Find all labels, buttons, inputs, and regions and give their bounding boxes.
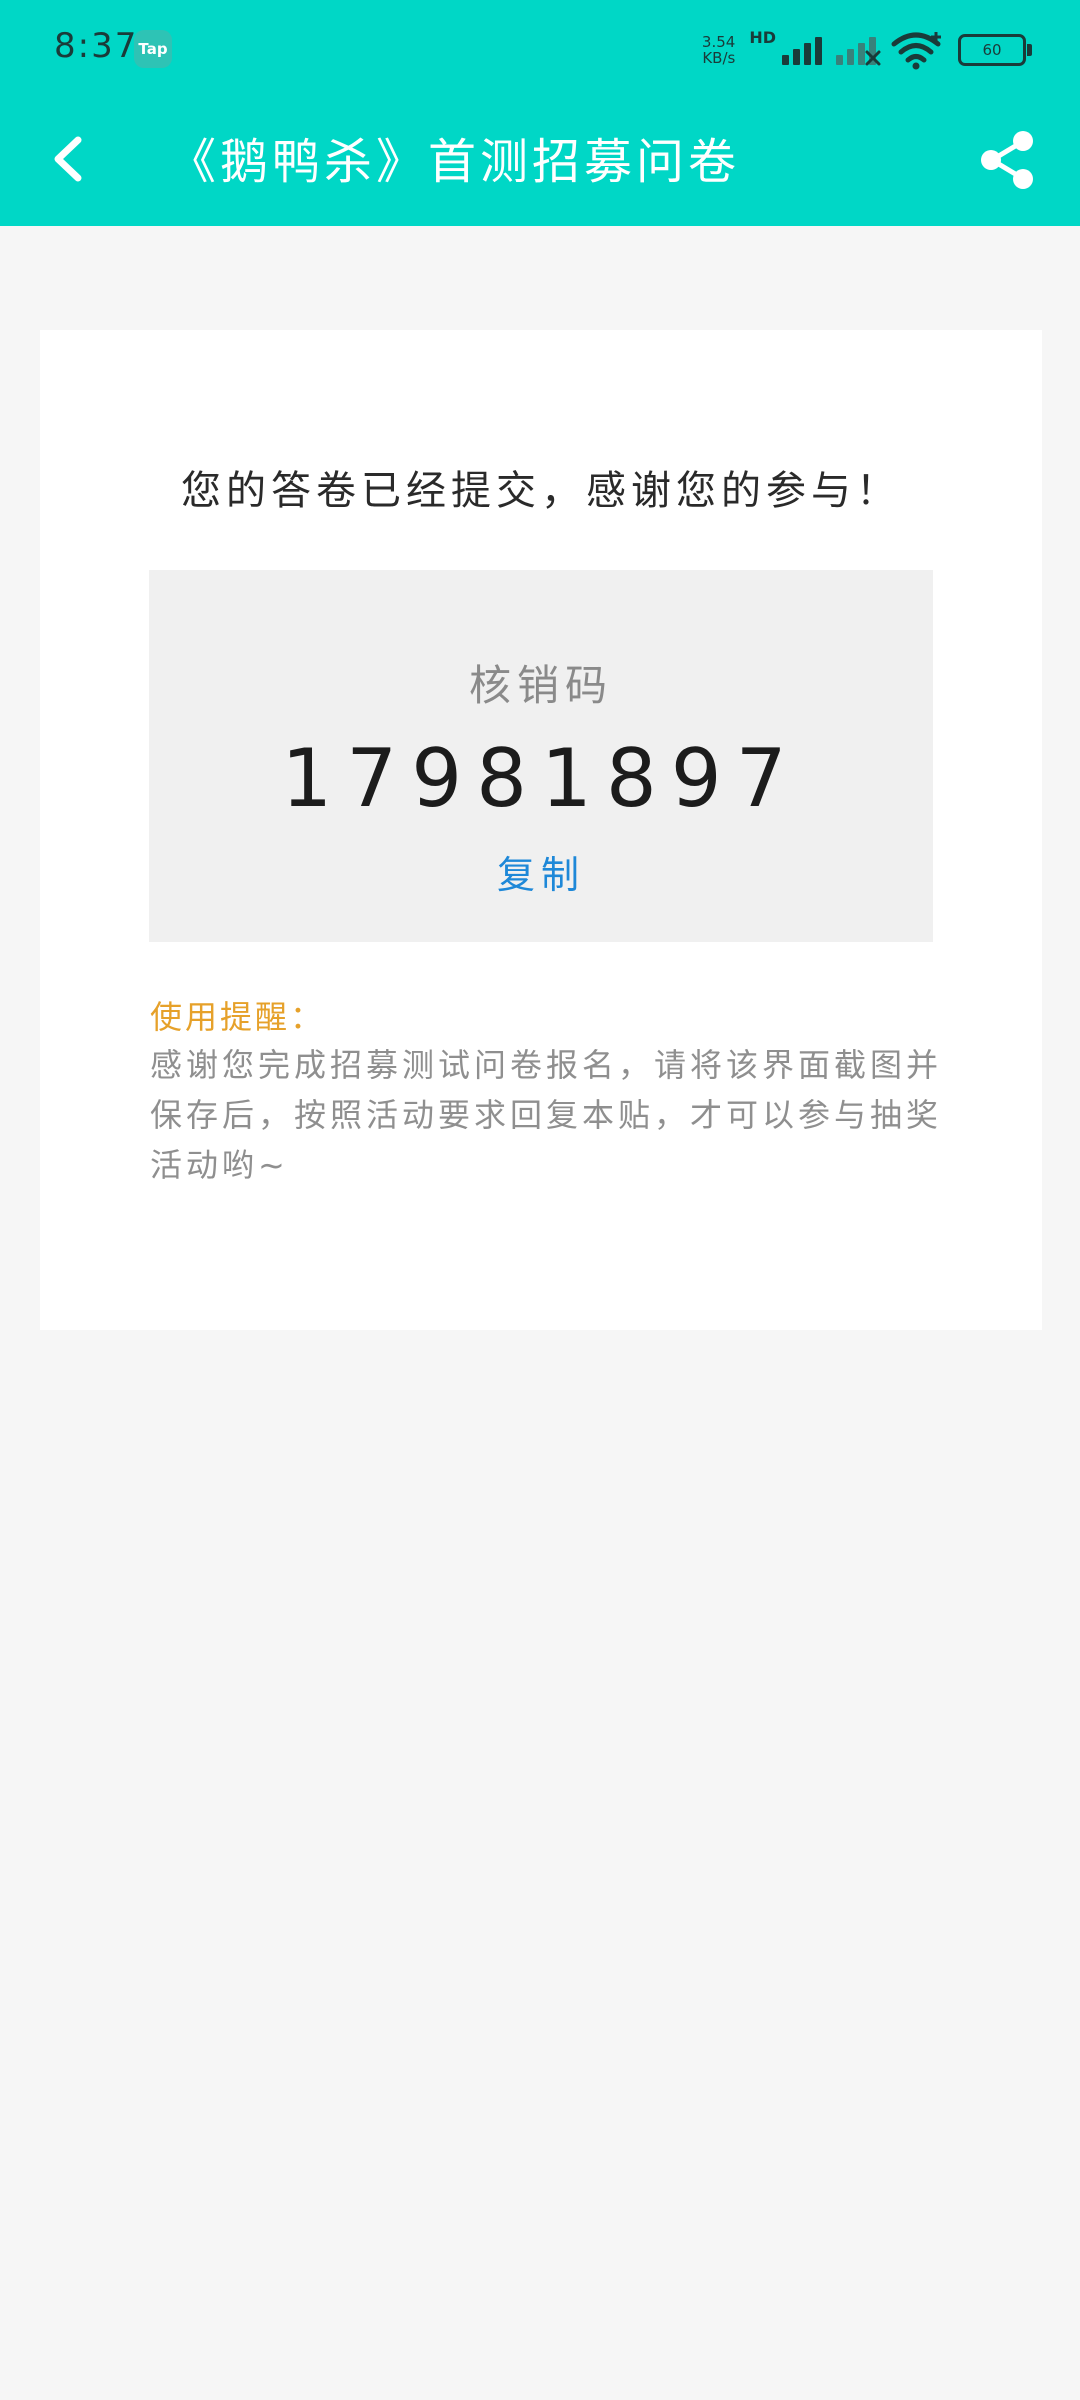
submission-success-message: 您的答卷已经提交，感谢您的参与！ (181, 468, 901, 514)
battery-icon: 60 (958, 34, 1032, 66)
page-title: 《鹅鸭杀》首测招募问卷 (168, 134, 741, 190)
network-speed-unit: KB/s (702, 49, 736, 67)
signal-no-service-icon (836, 35, 881, 66)
tap-app-icon: Tap (134, 30, 172, 68)
usage-reminder-text: 感谢您完成招募测试问卷报名，请将该界面截图并保存后，按照活动要求回复本贴，才可以… (150, 1046, 943, 1184)
copy-button[interactable]: 复制 (481, 840, 601, 910)
app-header: 8:37 Tap 3.54 KB/s HD 60 《鹅鸭杀》首测招募问卷 (0, 0, 1080, 226)
network-speed: 3.54 KB/s (702, 34, 735, 66)
share-button[interactable] (978, 128, 1038, 192)
result-card: 您的答卷已经提交，感谢您的参与！ 核销码 17981897 复制 使用提醒： 感… (40, 330, 1042, 1330)
chevron-left-icon (54, 136, 82, 182)
redemption-code-label: 核销码 (468, 661, 613, 710)
wifi-icon (891, 32, 941, 70)
network-speed-value: 3.54 (701, 33, 736, 51)
hd-label: HD (749, 28, 776, 47)
signal-strength-icon (782, 35, 822, 65)
status-time: 8:37 (54, 26, 139, 66)
battery-level: 60 (982, 41, 1002, 59)
status-icons: 3.54 KB/s HD 60 (702, 28, 1032, 72)
back-button[interactable] (40, 126, 100, 192)
share-icon (981, 131, 1033, 189)
usage-reminder-title: 使用提醒： (150, 998, 326, 1036)
redemption-code-value: 17981897 (281, 732, 801, 825)
redemption-code-box: 核销码 17981897 复制 (149, 570, 933, 942)
